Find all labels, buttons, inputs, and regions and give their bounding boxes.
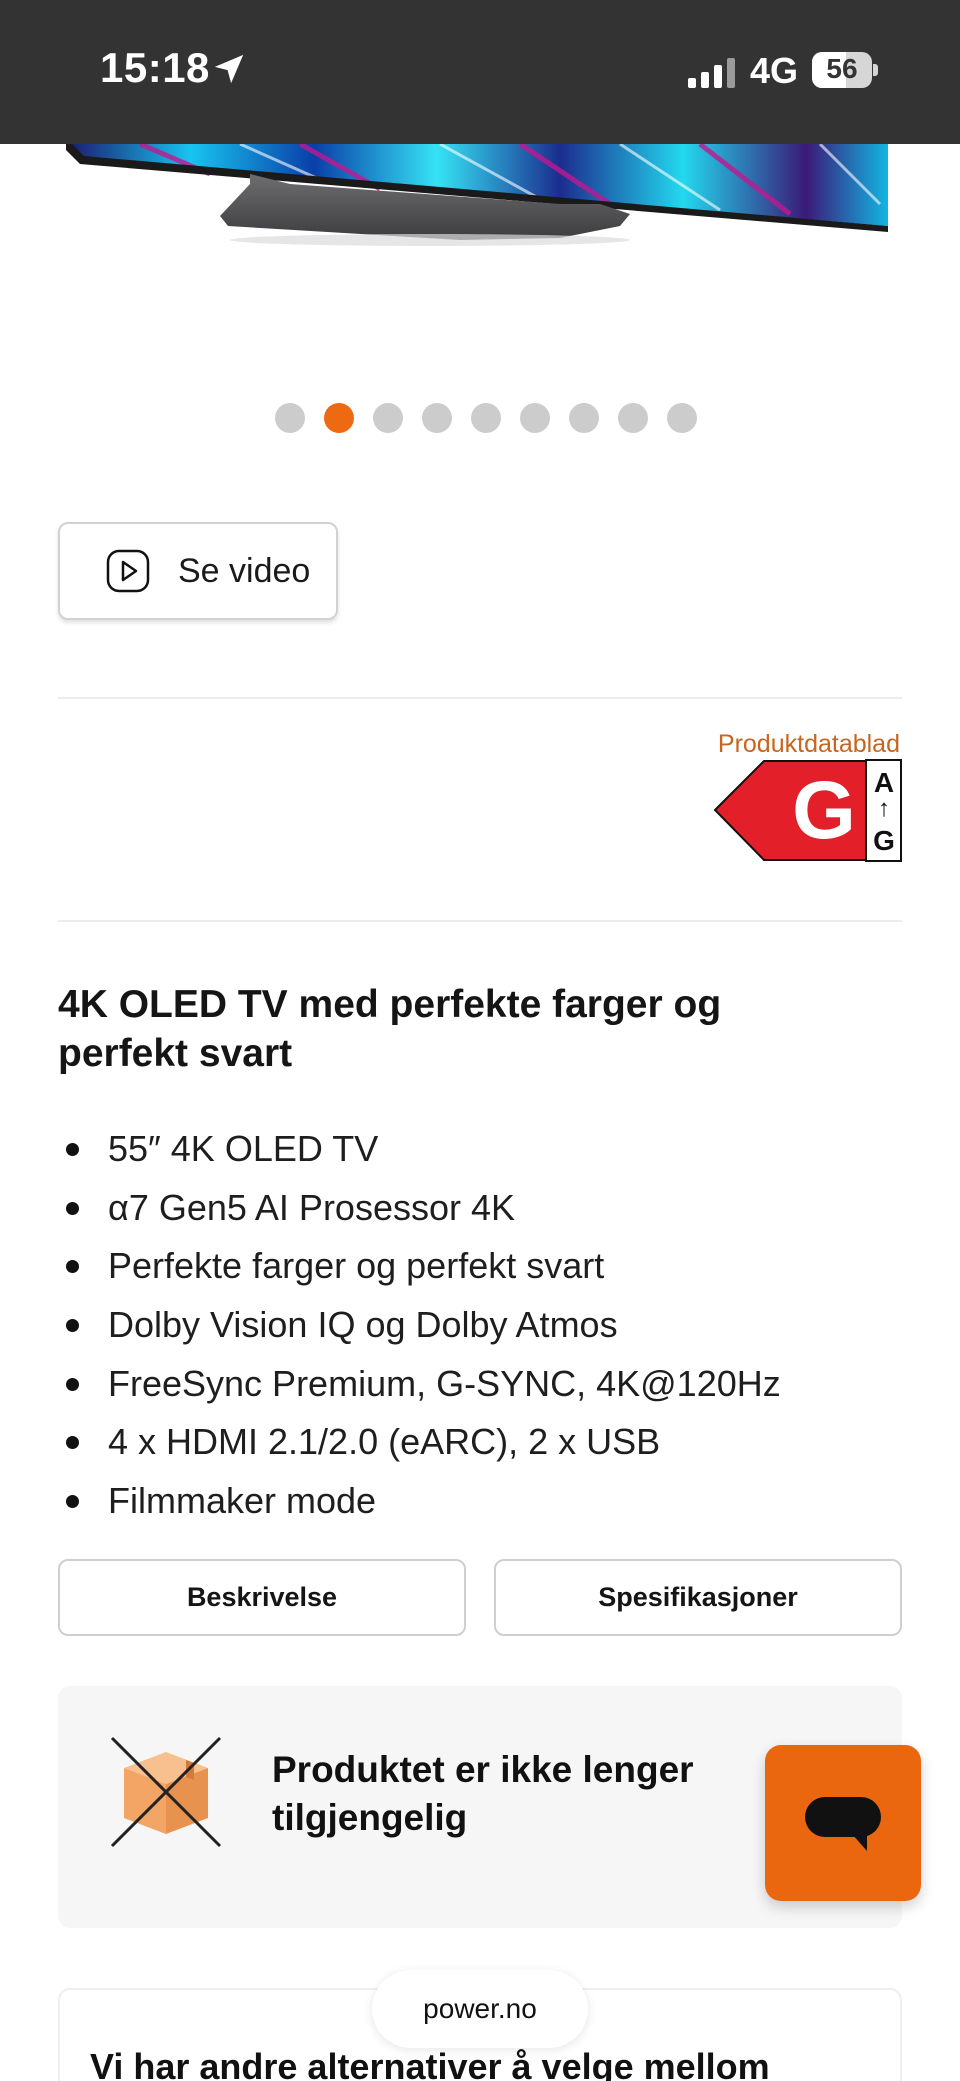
unavailable-message: Produktet er ikke lenger tilgjengelig: [272, 1749, 694, 1838]
feature-item: FreeSync Premium, G-SYNC, 4K@120Hz: [58, 1355, 781, 1414]
carousel-dot[interactable]: [667, 403, 697, 433]
carousel-dot[interactable]: [520, 403, 550, 433]
location-arrow-icon: [214, 54, 244, 84]
energy-scale-bottom: G: [873, 825, 895, 856]
play-circle-icon: [106, 549, 150, 593]
url-domain-pill[interactable]: power.no: [372, 1970, 588, 2048]
feature-list: 55″ 4K OLED TV α7 Gen5 AI Prosessor 4K P…: [58, 1120, 781, 1531]
cellular-signal-icon: [688, 58, 735, 88]
feature-item: Filmmaker mode: [58, 1472, 781, 1531]
chat-bubble-icon: [805, 1797, 881, 1851]
feature-item: 55″ 4K OLED TV: [58, 1120, 781, 1179]
chat-button[interactable]: [765, 1745, 921, 1901]
product-heading: 4K OLED TV med perfekte farger og perfek…: [58, 983, 722, 1075]
carousel-dots[interactable]: [0, 403, 960, 433]
divider: [58, 920, 902, 922]
feature-item: Dolby Vision IQ og Dolby Atmos: [58, 1296, 781, 1355]
carousel-dot[interactable]: [373, 403, 403, 433]
energy-scale-arrow: ↑: [878, 795, 890, 822]
description-button[interactable]: Beskrivelse: [58, 1559, 466, 1636]
specifications-button[interactable]: Spesifikasjoner: [494, 1559, 902, 1636]
carousel-dot[interactable]: [422, 403, 452, 433]
battery-percent: 56: [826, 53, 858, 84]
carousel-dot-active[interactable]: [324, 403, 354, 433]
carousel-dot[interactable]: [618, 403, 648, 433]
network-type: 4G: [750, 50, 799, 91]
battery-icon: 56: [812, 52, 878, 88]
video-button-label: Se video: [178, 551, 311, 590]
divider: [58, 697, 902, 699]
carousel-dot[interactable]: [569, 403, 599, 433]
status-bar: 15:18 4G 56: [0, 0, 960, 144]
energy-class: G: [792, 765, 856, 856]
video-button[interactable]: Se video: [58, 522, 338, 620]
carousel-dot[interactable]: [471, 403, 501, 433]
feature-item: 4 x HDMI 2.1/2.0 (eARC), 2 x USB: [58, 1413, 781, 1472]
feature-item: α7 Gen5 AI Prosessor 4K: [58, 1179, 781, 1238]
energy-label[interactable]: G A ↑ G: [714, 759, 902, 862]
datasheet-link[interactable]: Produktdatablad: [718, 730, 900, 759]
product-image[interactable]: [0, 144, 960, 384]
alternatives-heading: Vi har andre alternativer å velge mellom: [90, 2046, 770, 2081]
carousel-dot[interactable]: [275, 403, 305, 433]
feature-item: Perfekte farger og perfekt svart: [58, 1237, 781, 1296]
status-time: 15:18: [100, 44, 210, 91]
crossed-box-icon: [110, 1736, 222, 1848]
tv-image: [66, 144, 888, 246]
